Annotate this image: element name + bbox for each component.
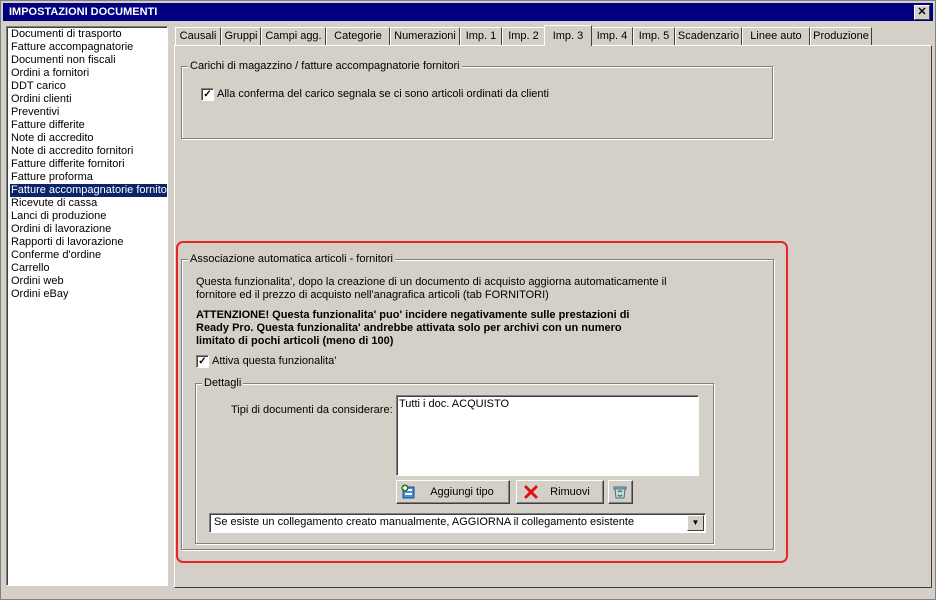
doc-list-item[interactable]: Lanci di produzione [10, 210, 107, 223]
tab-imp-2[interactable]: Imp. 2 [502, 27, 545, 45]
carichi-group: Carichi di magazzino / fatture accompagn… [181, 59, 773, 139]
doc-list-item[interactable]: Documenti di trasporto [10, 28, 123, 41]
doc-list-item[interactable]: Fatture accompagnatorie [10, 41, 134, 54]
tab-campi-agg[interactable]: Campi agg. [261, 27, 326, 45]
tab-produzione[interactable]: Produzione [810, 27, 872, 45]
check-icon: ✓ [203, 89, 212, 100]
doc-list-item[interactable]: Ordini a fornitori [10, 67, 90, 80]
tab-linee-auto[interactable]: Linee auto [742, 27, 810, 45]
doc-list-item[interactable]: Conferme d'ordine [10, 249, 102, 262]
title-bar: IMPOSTAZIONI DOCUMENTI ✕ [3, 3, 933, 21]
highlight-annotation [176, 241, 788, 563]
doc-list-item[interactable]: Fatture accompagnatorie fornito [10, 184, 167, 197]
doc-list-item[interactable]: Fatture differite [10, 119, 86, 132]
doc-list-item[interactable]: DDT carico [10, 80, 67, 93]
tab-numerazioni[interactable]: Numerazioni [390, 27, 460, 45]
tab-imp-5[interactable]: Imp. 5 [633, 27, 675, 45]
doc-list-item[interactable]: Ordini clienti [10, 93, 73, 106]
tab-imp-1[interactable]: Imp. 1 [460, 27, 502, 45]
doc-list-item[interactable]: Note di accredito fornitori [10, 145, 134, 158]
doc-list-item[interactable]: Ordini eBay [10, 288, 69, 301]
doc-list-item[interactable]: Note di accredito [10, 132, 95, 145]
tab-scadenzario[interactable]: Scadenzario [675, 27, 742, 45]
doc-list-item[interactable]: Rapporti di lavorazione [10, 236, 125, 249]
window-title: IMPOSTAZIONI DOCUMENTI [9, 6, 158, 18]
doc-list-item[interactable]: Preventivi [10, 106, 60, 119]
tab-imp-3[interactable]: Imp. 3 [544, 25, 592, 46]
carichi-checkbox-label: Alla conferma del carico segnala se ci s… [217, 88, 550, 100]
doc-list-item[interactable]: Documenti non fiscali [10, 54, 117, 67]
doc-list-item[interactable]: Ordini di lavorazione [10, 223, 112, 236]
doc-list-item[interactable]: Fatture differite fornitori [10, 158, 126, 171]
close-button[interactable]: ✕ [914, 5, 930, 20]
carichi-checkbox[interactable]: ✓ [201, 88, 214, 101]
doc-list-item[interactable]: Ordini web [10, 275, 65, 288]
doc-list-item[interactable]: Carrello [10, 262, 51, 275]
settings-window: IMPOSTAZIONI DOCUMENTI ✕ Documenti di tr… [0, 0, 936, 600]
close-icon: ✕ [917, 6, 927, 18]
tab-imp-4[interactable]: Imp. 4 [591, 27, 633, 45]
document-type-list[interactable]: Documenti di trasporto Fatture accompagna… [6, 26, 168, 586]
tab-gruppi[interactable]: Gruppi [221, 27, 261, 45]
doc-list-item[interactable]: Ricevute di cassa [10, 197, 98, 210]
tab-causali[interactable]: Causali [175, 27, 221, 45]
tab-categorie[interactable]: Categorie [326, 27, 390, 45]
doc-list-item[interactable]: Fatture proforma [10, 171, 94, 184]
carichi-group-legend: Carichi di magazzino / fatture accompagn… [188, 59, 462, 73]
